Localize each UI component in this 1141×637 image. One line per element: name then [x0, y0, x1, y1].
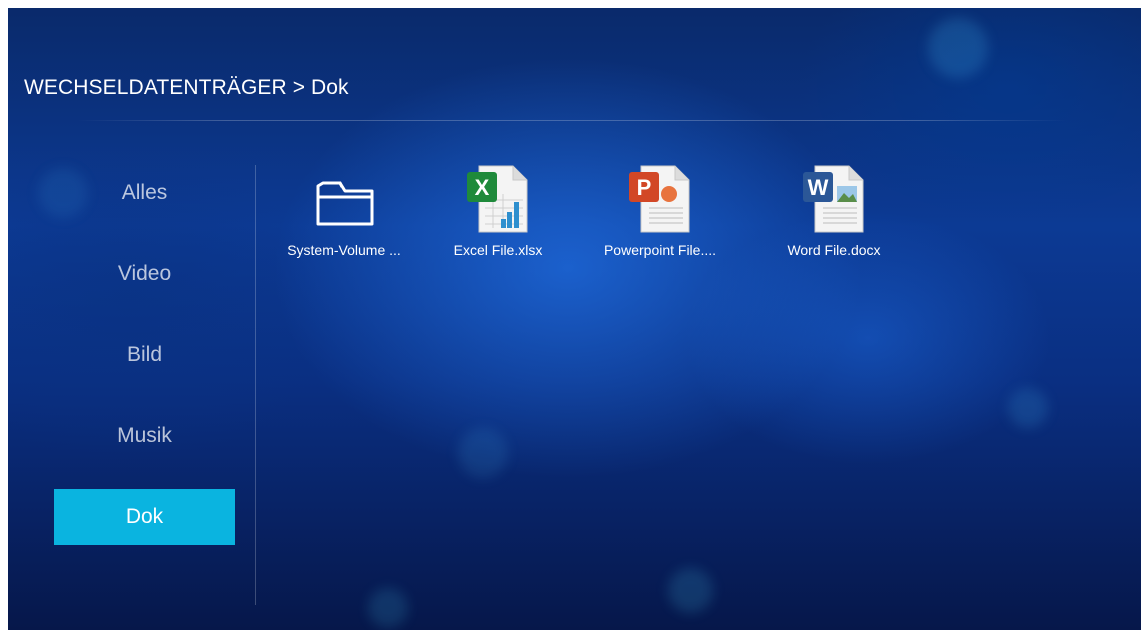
sidebar-item-alles[interactable]: Alles: [54, 165, 235, 221]
sidebar-divider: [255, 165, 256, 605]
sidebar-item-label: Dok: [125, 505, 164, 528]
svg-text:W: W: [808, 175, 829, 200]
sidebar-item-musik[interactable]: Musik: [54, 408, 235, 464]
sidebar-item-bild[interactable]: Bild: [54, 327, 235, 383]
powerpoint-file-icon: P: [586, 164, 734, 234]
file-name: System-Volume ...: [287, 242, 401, 258]
bokeh-light: [458, 428, 508, 478]
svg-text:P: P: [637, 175, 652, 200]
excel-file-icon: X: [424, 164, 572, 234]
bokeh-light: [1008, 388, 1048, 428]
file-tile-system-volume[interactable]: System-Volume ...: [270, 158, 418, 268]
bokeh-light: [668, 568, 713, 613]
file-name: Excel File.xlsx: [453, 242, 543, 258]
breadcrumb: WECHSELDATENTRÄGER > Dok: [24, 76, 349, 99]
svg-text:X: X: [475, 175, 490, 200]
bokeh-light: [368, 588, 408, 628]
sidebar-item-label: Alles: [121, 181, 168, 204]
sidebar-item-label: Video: [117, 262, 172, 285]
sidebar-item-dok[interactable]: Dok: [54, 489, 235, 545]
folder-icon: [270, 164, 418, 234]
file-name: Powerpoint File....: [603, 242, 717, 258]
sidebar-item-label: Bild: [126, 343, 163, 366]
sidebar-item-label: Musik: [117, 424, 172, 447]
file-tile-powerpoint[interactable]: P Powerpoint File....: [586, 158, 734, 268]
bokeh-light: [928, 18, 988, 78]
file-name: Word File.docx: [787, 242, 881, 258]
word-file-icon: W: [760, 164, 908, 234]
media-browser-screen: WECHSELDATENTRÄGER > Dok Alles Video Bil…: [8, 8, 1141, 630]
file-tile-word[interactable]: W Word File.docx: [760, 158, 908, 268]
file-tile-excel[interactable]: X Excel File.xlsx: [424, 158, 572, 268]
header-divider: [78, 120, 1068, 121]
category-sidebar: Alles Video Bild Musik Dok: [8, 158, 248, 608]
sidebar-item-video[interactable]: Video: [54, 246, 235, 302]
